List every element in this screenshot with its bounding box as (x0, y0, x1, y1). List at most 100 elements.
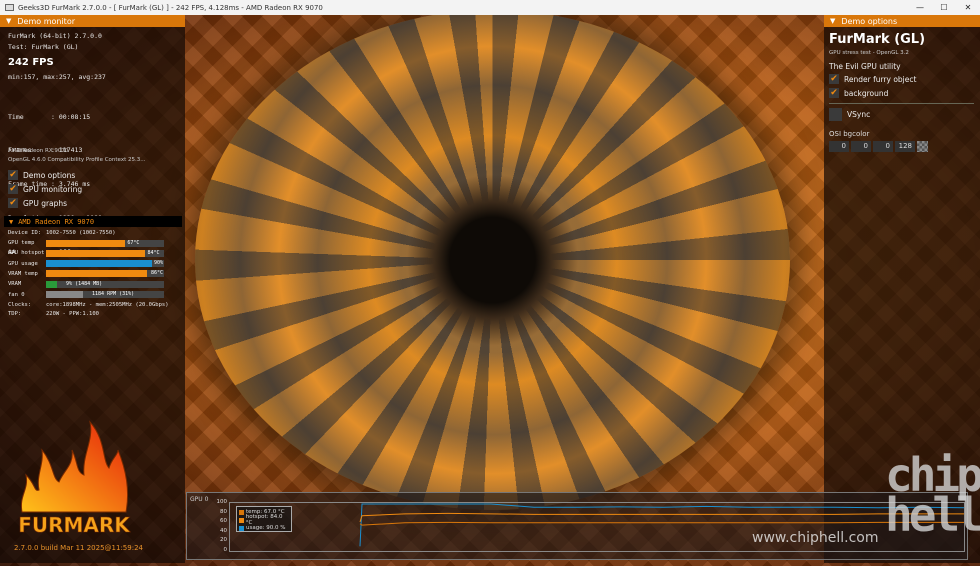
build-info: 2.7.0.0 build Mar 11 2025@11:59:24 (14, 544, 143, 552)
y-tick-label: 20 (220, 537, 227, 543)
check-icon: ✔ (8, 184, 18, 194)
collapse-arrow-icon: ▼ (9, 217, 14, 226)
metric-bar-fill (46, 280, 57, 288)
divider (829, 103, 974, 104)
check-icon: ✔ (829, 74, 839, 84)
checkbox-label: Render furry object (844, 74, 917, 84)
metric-bar: 1184 RPM (31%) (46, 291, 164, 298)
checkbox-label: GPU monitoring (23, 184, 83, 194)
test-name: Test: FurMark (GL) (8, 43, 79, 51)
app-version: FurMark (64-bit) 2.7.0.0 (8, 32, 102, 40)
title-bar: Geeks3D FurMark 2.7.0.0 - [ FurMark (GL)… (0, 0, 980, 15)
check-icon: ✔ (8, 170, 18, 180)
minimize-button[interactable]: — (908, 3, 932, 12)
legend-swatch (239, 525, 244, 531)
y-tick-label: 40 (220, 527, 227, 534)
tdp-value: 220W - PPW:1.100 (46, 311, 99, 317)
metric-value: 1184 RPM (31%) (92, 291, 135, 297)
fps-readout: 242 FPS (8, 57, 54, 68)
legend-swatch (239, 517, 244, 523)
metric-label: fan 0 (8, 291, 25, 298)
gpu-monitoring-checkbox[interactable]: ✔ GPU monitoring (8, 184, 82, 194)
metric-label: GPU usage (8, 260, 38, 267)
chiphell-logo: chip hell (885, 448, 980, 542)
vsync-checkbox[interactable]: VSync (829, 108, 870, 121)
gpu-metric-row: GPU hotspot 84°C (8, 249, 178, 257)
check-icon: ✔ (829, 88, 839, 98)
metric-bar: 86°C (46, 270, 164, 278)
legend-text: usage: 90.0 % (246, 525, 286, 531)
metric-label: GPU hotspot (8, 250, 45, 257)
maximize-button[interactable]: ☐ (932, 3, 956, 12)
bgcolor-a-input[interactable]: 128 (895, 141, 915, 152)
checkbox-box (829, 108, 842, 121)
header-label: Demo monitor (17, 16, 76, 26)
color-swatch[interactable] (917, 141, 928, 152)
gpu-metric-row: fan 0 1184 RPM (31%) (8, 291, 178, 299)
checkbox-label: VSync (847, 110, 871, 119)
bgcolor-g-input[interactable]: 0 (851, 141, 871, 152)
metric-value: 9% (1484 MB) (66, 280, 103, 287)
metric-bar-fill (46, 291, 83, 298)
demo-monitor-header[interactable]: ▼ Demo monitor (0, 15, 185, 27)
hotspot-series-line (359, 512, 964, 523)
render-furry-object-checkbox[interactable]: ✔ Render furry object (829, 74, 916, 84)
collapse-arrow-icon: ▼ (6, 17, 12, 25)
temp-series-line (359, 521, 964, 526)
graph-legend: temp: 67.0 °C hotspot: 84.0 °C usage: 90… (236, 506, 292, 532)
gpu-graph-panel: GPU 0 100 80 60 40 20 0 temp: 67.0 °C hotspot… (186, 492, 968, 560)
metric-label: VRAM temp (8, 270, 38, 277)
y-tick-label: 60 (220, 518, 227, 524)
gpu-metric-row: VRAM temp 86°C (8, 270, 178, 278)
fps-stats: min:157, max:257, avg:237 (8, 73, 106, 81)
metric-label: VRAM (8, 281, 22, 288)
metric-bar: 67°C (46, 239, 164, 247)
header-label: Demo options (841, 16, 898, 26)
bgcolor-label: OSI bgcolor (829, 130, 870, 138)
tagline: The Evil GPU utility (829, 62, 901, 71)
checkbox-label: Demo options (23, 170, 76, 180)
render-viewport: ▼ Demo monitor FurMark (64-bit) 2.7.0.0 T… (0, 15, 980, 566)
bgcolor-b-input[interactable]: 0 (873, 141, 893, 152)
gpu-graphs-checkbox[interactable]: ✔ GPU graphs (8, 198, 67, 208)
graph-label: GPU 0 (190, 496, 209, 503)
checkbox-label: GPU graphs (23, 198, 68, 208)
close-button[interactable]: ✕ (956, 3, 980, 12)
checkbox-label: background (844, 88, 889, 98)
device-id-row: Device ID: 1002-7550 (1002-7550) (8, 229, 178, 237)
bgcolor-r-input[interactable]: 0 (829, 141, 849, 152)
metric-bar: 90% (46, 260, 164, 268)
y-tick-label: 80 (220, 508, 227, 515)
y-tick-label: 100 (216, 499, 228, 505)
tdp-label: TDP: (8, 311, 22, 317)
collapse-arrow-icon: ▼ (830, 17, 836, 25)
demo-title: FurMark (GL) (829, 32, 926, 47)
background-checkbox[interactable]: ✔ background (829, 88, 888, 98)
gpu-section-header[interactable]: ▼ AMD Radeon RX 9070 (4, 216, 182, 227)
window-title: Geeks3D FurMark 2.7.0.0 - [ FurMark (GL)… (18, 3, 323, 12)
metric-bar-fill (46, 249, 146, 257)
metric-bar: 9% (1484 MB) (46, 280, 164, 288)
legend-hotspot: hotspot: 84.0 °C (239, 514, 289, 526)
device-id-label: Device ID: (8, 230, 42, 236)
watermark-url: www.chiphell.com (752, 530, 879, 546)
furmark-flame-logo: FURMARK (18, 420, 132, 537)
device-id-value: 1002-7550 (1002-7550) (46, 230, 116, 236)
gpu-metric-row: GPU usage 90% (8, 260, 178, 268)
gpu-name: AMD Radeon RX 9070 (8, 148, 69, 154)
bgcolor-inputs: 0 0 0 128 (829, 141, 928, 152)
clocks-label: Clocks: (8, 302, 32, 308)
metric-value: 86°C (150, 270, 163, 277)
gpu-metric-row: VRAM 9% (1484 MB) (8, 280, 178, 288)
y-tick-label: 0 (223, 546, 228, 553)
metric-value: 67°C (127, 239, 140, 246)
metric-bar-fill (46, 270, 148, 278)
clocks-value: core:1898MHz - mem:2505MHz (20.0Gbps) (46, 302, 169, 308)
gpu-header-label: AMD Radeon RX 9070 (18, 217, 95, 226)
demo-options-checkbox[interactable]: ✔ Demo options (8, 170, 75, 180)
metric-bar-fill (46, 260, 153, 268)
demo-subtitle: GPU stress test - OpenGL 3.2 (829, 50, 909, 56)
demo-options-header[interactable]: ▼ Demo options (824, 15, 980, 27)
check-icon: ✔ (8, 198, 18, 208)
legend-swatch (239, 509, 244, 515)
